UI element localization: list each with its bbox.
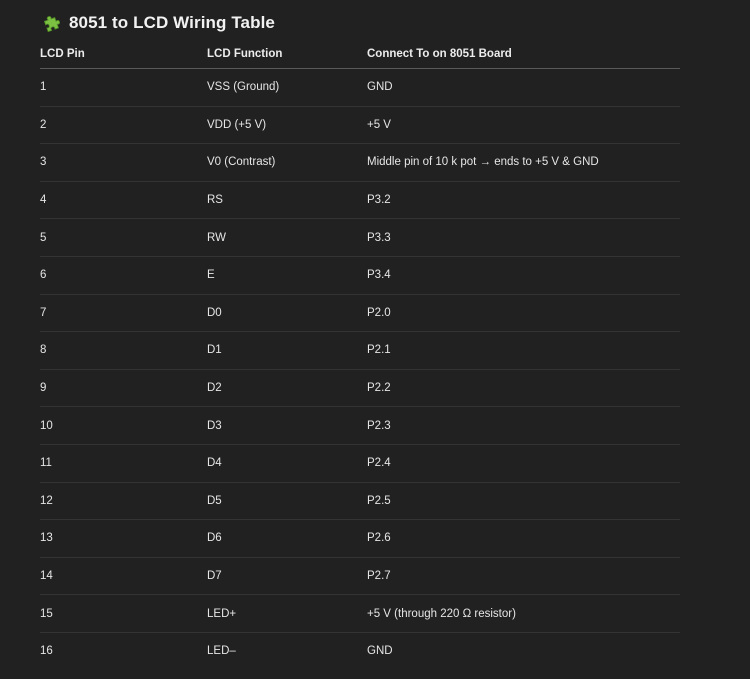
cell-lcd-function: D2: [207, 369, 367, 408]
table-row: 15 LED+ +5 V (through 220 Ω resistor): [40, 594, 680, 633]
cell-lcd-function: D6: [207, 519, 367, 558]
cell-lcd-pin: 1: [40, 68, 207, 107]
section-heading: 8051 to LCD Wiring Table: [43, 10, 680, 36]
column-header-lcd-pin: LCD Pin: [40, 40, 207, 69]
content-area: 8051 to LCD Wiring Table LCD Pin LCD Fun…: [40, 10, 680, 670]
cell-lcd-pin: 10: [40, 406, 207, 445]
cell-connect-to: P2.3: [367, 406, 680, 445]
cell-connect-to: P2.1: [367, 331, 680, 370]
puzzle-piece-icon: [43, 14, 62, 33]
table-body: 1 VSS (Ground) GND 2 VDD (+5 V) +5 V 3 V0 (Cont…: [40, 68, 680, 670]
cell-lcd-pin: 13: [40, 519, 207, 558]
table-row: 11 D4 P2.4: [40, 444, 680, 483]
cell-lcd-pin: 9: [40, 369, 207, 408]
cell-lcd-pin: 7: [40, 294, 207, 333]
cell-lcd-function: D1: [207, 331, 367, 370]
cell-lcd-pin: 4: [40, 181, 207, 220]
cell-connect-to: GND: [367, 68, 680, 107]
cell-lcd-pin: 12: [40, 482, 207, 521]
cell-lcd-function: V0 (Contrast): [207, 143, 367, 182]
cell-lcd-function: RS: [207, 181, 367, 220]
table-row: 13 D6 P2.6: [40, 519, 680, 558]
cell-connect-to: P3.4: [367, 256, 680, 295]
cell-connect-to: P2.2: [367, 369, 680, 408]
table-row: 4 RS P3.2: [40, 181, 680, 220]
table-row: 12 D5 P2.5: [40, 482, 680, 521]
cell-lcd-pin: 5: [40, 218, 207, 257]
wiring-table: LCD Pin LCD Function Connect To on 8051 …: [40, 40, 680, 670]
cell-connect-to: P2.5: [367, 482, 680, 521]
cell-lcd-pin: 8: [40, 331, 207, 370]
cell-lcd-function: VSS (Ground): [207, 68, 367, 107]
cell-lcd-function: D4: [207, 444, 367, 483]
cell-lcd-function: LED+: [207, 594, 367, 633]
cell-lcd-function: LED–: [207, 645, 236, 658]
cell-connect-to: P2.6: [367, 519, 680, 558]
table-row: 1 VSS (Ground) GND: [40, 68, 680, 107]
column-header-lcd-function: LCD Function: [207, 40, 367, 69]
table-row: 2 VDD (+5 V) +5 V: [40, 106, 680, 145]
cell-lcd-function: D0: [207, 294, 367, 333]
cell-lcd-pin: 3: [40, 143, 207, 182]
cell-lcd-pin: 11: [40, 444, 207, 483]
table-row: 8 D1 P2.1: [40, 331, 680, 370]
cell-connect-to: P2.4: [367, 444, 680, 483]
table-row: 5 RW P3.3: [40, 218, 680, 257]
cell-lcd-function: D7: [207, 557, 367, 596]
table-row: 14 D7 P2.7: [40, 557, 680, 596]
cell-lcd-pin: 6: [40, 256, 207, 295]
table-row: 3 V0 (Contrast) Middle pin of 10 k pot → e…: [40, 143, 680, 182]
cell-connect-to: P2.0: [367, 294, 680, 333]
cell-lcd-pin: 14: [40, 557, 207, 596]
cell-lcd-function: VDD (+5 V): [207, 106, 367, 145]
cell-connect-to: P3.2: [367, 181, 680, 220]
page-title: 8051 to LCD Wiring Table: [69, 13, 275, 32]
cell-connect-to: GND: [367, 645, 393, 658]
cell-connect-to: P3.3: [367, 218, 680, 257]
cell-lcd-pin: 16: [40, 645, 53, 658]
cell-lcd-function: E: [207, 256, 367, 295]
cell-connect-to: P2.7: [367, 557, 680, 596]
table-row: 16 LED– GND: [40, 632, 680, 669]
table-header-row: LCD Pin LCD Function Connect To on 8051 …: [40, 40, 680, 69]
table-row: 10 D3 P2.3: [40, 406, 680, 445]
cell-connect-to: +5 V: [367, 106, 680, 145]
cell-connect-to: Middle pin of 10 k pot → ends to +5 V & …: [367, 143, 680, 182]
cell-lcd-function: RW: [207, 218, 367, 257]
cell-connect-to: +5 V (through 220 Ω resistor): [367, 594, 680, 633]
cell-lcd-function: D3: [207, 406, 367, 445]
table-row: 6 E P3.4: [40, 256, 680, 295]
table-row: 9 D2 P2.2: [40, 369, 680, 408]
column-header-connect-to: Connect To on 8051 Board: [367, 40, 680, 69]
table-row: 7 D0 P2.0: [40, 294, 680, 333]
cell-lcd-pin: 15: [40, 594, 207, 633]
cell-lcd-function: D5: [207, 482, 367, 521]
cell-lcd-pin: 2: [40, 106, 207, 145]
